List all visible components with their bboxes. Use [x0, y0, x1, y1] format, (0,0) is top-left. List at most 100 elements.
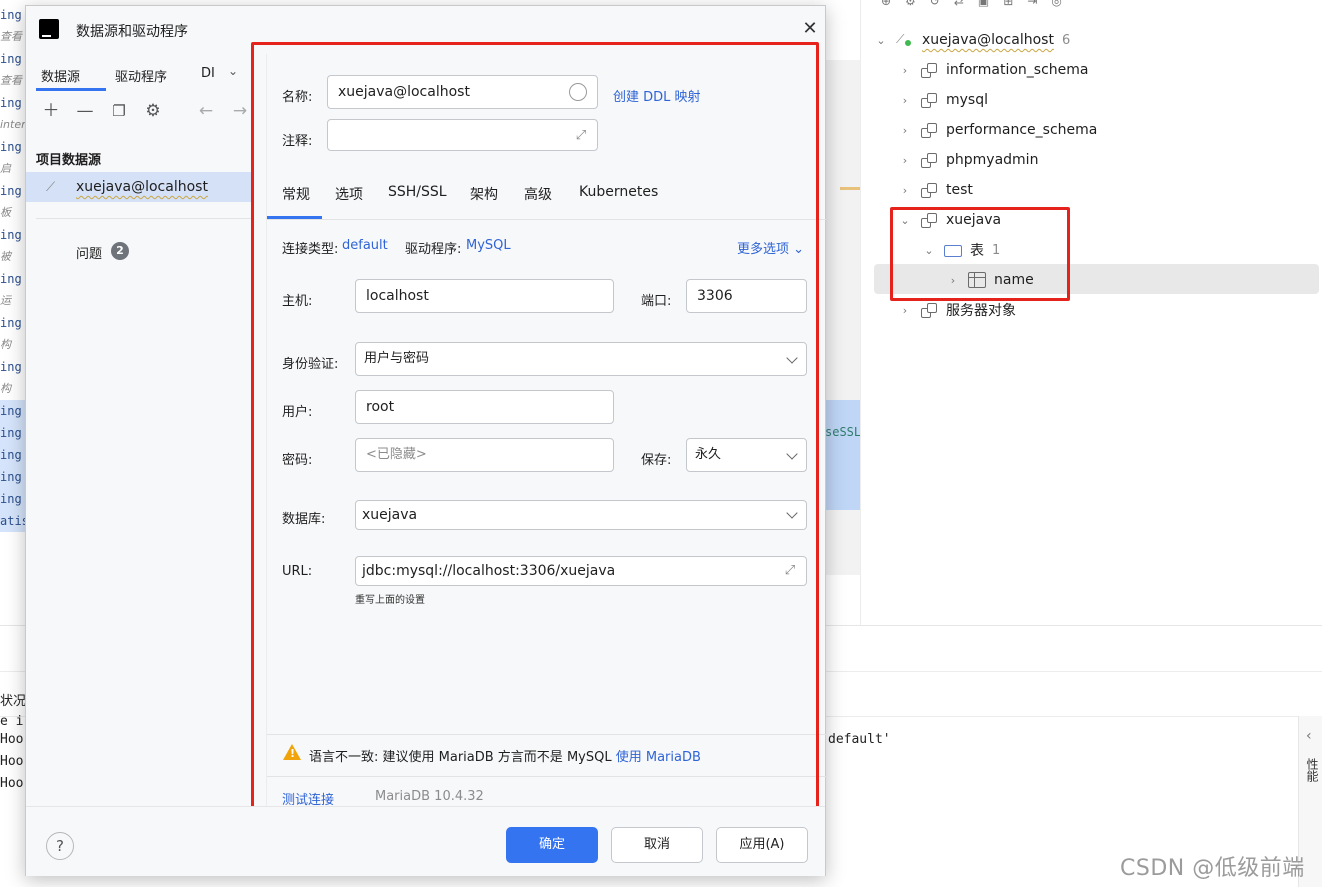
expand-icon[interactable]: ⤢: [573, 128, 589, 144]
gutter-line: ing: [0, 52, 22, 66]
database-select-value: xuejava: [362, 507, 418, 523]
connection-type-label: 连接类型:: [282, 242, 339, 257]
database-label: 数据库:: [282, 512, 326, 527]
gear-icon[interactable]: ⚙: [142, 100, 164, 122]
tab-advanced[interactable]: 高级: [524, 184, 552, 204]
tree-table-label: name: [994, 272, 1034, 288]
schema-icon: [920, 212, 938, 228]
tab-ddl[interactable]: DI: [201, 66, 215, 81]
back-arrow-icon[interactable]: ←: [195, 100, 217, 122]
datasource-dialog: 数据源和驱动程序 ✕ 数据源 驱动程序 DI ⌄ ＋ — ❐ ⚙ ← → 项目数…: [25, 5, 826, 876]
log-line-right: default': [828, 732, 891, 747]
tree-tables-folder[interactable]: ⌄ 表 1: [922, 235, 1000, 265]
tree-schema[interactable]: › information_schema: [898, 55, 1089, 85]
tree-schema-label: mysql: [946, 92, 988, 108]
expand-icon[interactable]: ⤢: [782, 563, 798, 579]
gutter-line: inter: [0, 118, 25, 131]
tab-options[interactable]: 选项: [335, 184, 363, 204]
datasource-properties: 名称: xuejava@localhost 创建 DDL 映射 注释: ⤢ 常规…: [266, 54, 826, 808]
gutter-line: 被: [0, 250, 11, 263]
gutter-line: 板: [0, 206, 11, 219]
ide-logo-icon: [36, 16, 62, 42]
chevron-left-icon[interactable]: ‹: [1306, 728, 1312, 744]
datasource-list-panel: 数据源 驱动程序 DI ⌄ ＋ — ❐ ⚙ ← → 项目数据源 ⟋ xuejav…: [26, 54, 251, 806]
remove-icon[interactable]: —: [74, 100, 96, 122]
copy-icon[interactable]: ❐: [108, 100, 130, 122]
host-field[interactable]: localhost: [355, 279, 614, 313]
status-label: 状况: [0, 694, 27, 709]
host-label: 主机:: [282, 294, 313, 309]
ok-button[interactable]: 确定: [506, 827, 598, 863]
tab-drivers[interactable]: 驱动程序: [115, 66, 167, 85]
connection-type-link[interactable]: default: [342, 238, 388, 253]
add-icon[interactable]: ＋: [40, 100, 62, 122]
chevron-right-icon: ›: [902, 183, 908, 197]
user-field[interactable]: root: [355, 390, 614, 424]
url-field[interactable]: jdbc:mysql://localhost:3306/xuejava ⤢: [355, 556, 807, 586]
tree-server-objects-label: 服务器对象: [946, 303, 1016, 319]
problems-count-badge: 2: [111, 242, 129, 260]
tab-kubernetes[interactable]: Kubernetes: [579, 184, 658, 200]
cancel-button[interactable]: 取消: [611, 827, 703, 863]
auth-label: 身份验证:: [282, 357, 339, 372]
gutter-line: ing: [0, 466, 25, 488]
gutter-line: ing: [0, 272, 22, 286]
dialect-warning: 语言不一致: 建议使用 MariaDB 方言而不是 MySQL 使用 Maria…: [309, 746, 701, 765]
apply-button[interactable]: 应用(A): [716, 827, 808, 863]
log-line: e i: [0, 714, 24, 729]
auth-select[interactable]: 用户与密码: [355, 342, 807, 376]
tree-schema-label: information_schema: [946, 62, 1089, 78]
tree-root-connection[interactable]: ⌄ ⟋ xuejava@localhost 6: [874, 25, 1070, 55]
tree-table-name[interactable]: › name: [946, 265, 1034, 295]
help-button[interactable]: ?: [46, 832, 74, 860]
more-options-label: 更多选项: [737, 242, 790, 257]
tree-schema-label: xuejava: [946, 212, 1002, 228]
watermark: CSDN @低级前端: [1120, 856, 1305, 881]
warning-icon: !: [283, 744, 301, 760]
comment-field[interactable]: ⤢: [327, 119, 598, 151]
database-select[interactable]: xuejava: [355, 500, 807, 530]
table-icon: [968, 272, 986, 288]
close-icon[interactable]: ✕: [800, 19, 820, 39]
side-tab-performance[interactable]: 性能: [1304, 758, 1321, 782]
datasource-item[interactable]: ⟋ xuejava@localhost: [26, 172, 251, 202]
tree-schema-label: test: [946, 182, 973, 198]
tree-schema[interactable]: › phpmyadmin: [898, 145, 1038, 175]
gutter-line: 查看: [0, 74, 22, 87]
tab-ssh-ssl[interactable]: SSH/SSL: [388, 184, 447, 200]
tree-schema[interactable]: › test: [898, 175, 973, 205]
problems-item[interactable]: 问题: [76, 243, 102, 262]
gutter-line: ing: [0, 96, 22, 110]
save-password-select[interactable]: 永久: [686, 438, 807, 472]
driver-link[interactable]: MySQL: [466, 238, 511, 253]
password-label: 密码:: [282, 453, 313, 468]
forward-arrow-icon[interactable]: →: [229, 100, 251, 122]
tab-schemas[interactable]: 架构: [470, 184, 498, 204]
url-label: URL:: [282, 564, 313, 579]
more-options-link[interactable]: 更多选项 ⌄: [737, 238, 804, 257]
gutter-line: 构: [0, 338, 11, 351]
name-field[interactable]: xuejava@localhost: [327, 75, 598, 109]
tree-schema-xuejava[interactable]: ⌄ xuejava: [898, 205, 1001, 235]
gutter-line: ing: [0, 488, 25, 510]
gutter-line: 启: [0, 162, 11, 175]
gutter-line: ing: [0, 360, 22, 374]
create-ddl-mapping-link[interactable]: 创建 DDL 映射: [613, 86, 701, 105]
port-field[interactable]: 3306: [686, 279, 807, 313]
chevron-down-icon[interactable]: ⌄: [228, 64, 238, 78]
tree-folder-label: 表: [970, 243, 984, 259]
tree-schema[interactable]: › mysql: [898, 85, 988, 115]
tree-schema[interactable]: › performance_schema: [898, 115, 1097, 145]
save-password-label: 保存:: [641, 453, 672, 468]
save-password-value: 永久: [695, 447, 722, 462]
url-field-value: jdbc:mysql://localhost:3306/xuejava: [362, 563, 616, 579]
chevron-right-icon: ›: [902, 303, 908, 317]
tree-server-objects[interactable]: › 服务器对象: [898, 295, 1016, 325]
tab-general[interactable]: 常规: [282, 184, 310, 204]
use-mariadb-link[interactable]: 使用 MariaDB: [616, 750, 701, 765]
password-field[interactable]: <已隐藏>: [355, 438, 614, 472]
folder-icon: [944, 245, 962, 257]
server-version: MariaDB 10.4.32: [375, 789, 484, 804]
color-picker-icon[interactable]: [569, 83, 587, 101]
tab-datasources[interactable]: 数据源: [41, 66, 80, 85]
